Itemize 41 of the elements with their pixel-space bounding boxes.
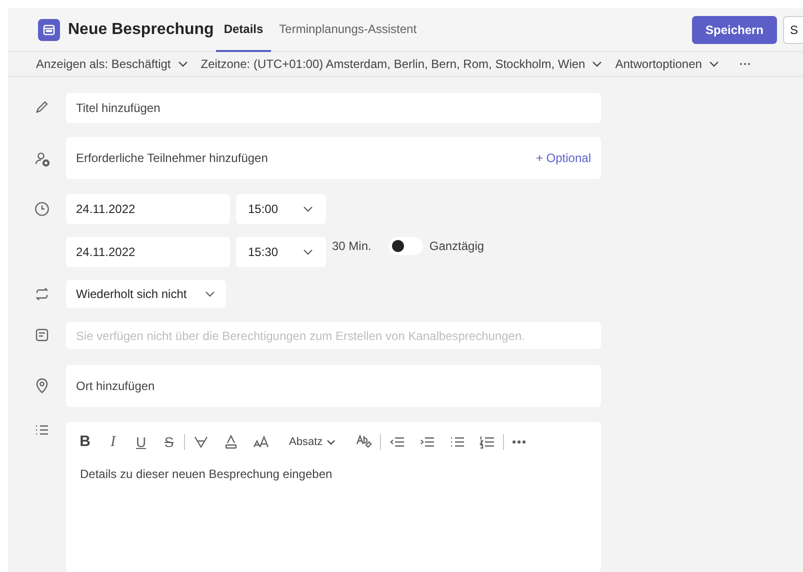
secondary-button[interactable]: S: [783, 16, 803, 44]
all-day-label: Ganztägig: [429, 238, 484, 255]
title-field[interactable]: Titel hinzufügen: [66, 93, 601, 123]
time-dropdown[interactable]: 15:30: [236, 237, 326, 267]
more-icon: [512, 440, 526, 444]
strike-button[interactable]: S: [162, 432, 176, 452]
save-button[interactable]: Speichern: [692, 16, 777, 44]
date-field[interactable]: 24.11.2022: [66, 237, 230, 267]
time-dropdown[interactable]: 15:00: [236, 194, 326, 224]
date-field[interactable]: 24.11.2022: [66, 194, 230, 224]
optional-link[interactable]: + Optional: [536, 149, 591, 167]
window-title: Neue Besprechung: [68, 20, 214, 40]
calendar-icon: [38, 18, 60, 40]
repeat-dropdown[interactable]: Wiederholt sich nicht: [66, 280, 226, 308]
tab[interactable]: Terminplanungs-Assistent: [271, 8, 425, 52]
toolbar-dropdown[interactable]: Zeitzone: (UTC+01:00) Amsterdam, Berlin, Bern, Rom, Stockholm, Wien: [200, 55, 606, 73]
toolbar-dropdown[interactable]: Antwortoptionen: [615, 55, 722, 73]
location-field[interactable]: Ort hinzufügen: [66, 365, 601, 407]
underline-button[interactable]: U: [134, 432, 148, 452]
channel-icon: [34, 327, 50, 343]
chevron-icon: [326, 437, 336, 447]
all-day-toggle[interactable]: [389, 237, 424, 255]
font-size-icon: [253, 434, 269, 450]
tab[interactable]: Details: [216, 8, 272, 52]
location-icon: [34, 378, 50, 394]
clear-format-icon: [356, 434, 372, 450]
details-field[interactable]: Details zu dieser neuen Besprechung eingeben: [66, 462, 601, 572]
placeholder-text: Erforderliche Teilnehmer hinzufügen: [76, 150, 269, 167]
highlighter-icon: [193, 434, 209, 450]
add-person-icon: [34, 151, 50, 167]
repeat-icon: [34, 286, 50, 302]
italic-button[interactable]: I: [106, 430, 120, 454]
bold-button[interactable]: B: [78, 430, 92, 454]
numbered-list-icon: [478, 434, 495, 450]
paragraph-dropdown[interactable]: Absatz: [289, 434, 336, 450]
duration-text: 30 Min.: [332, 238, 372, 255]
pencil-icon: [34, 99, 50, 115]
font-color-icon: [223, 434, 239, 450]
attendees-field[interactable]: Erforderliche Teilnehmer hinzufügen + Optional: [66, 137, 601, 179]
clock-icon: [34, 201, 50, 217]
toolbar-dropdown[interactable]: Anzeigen als: Beschäftigt: [36, 55, 191, 73]
